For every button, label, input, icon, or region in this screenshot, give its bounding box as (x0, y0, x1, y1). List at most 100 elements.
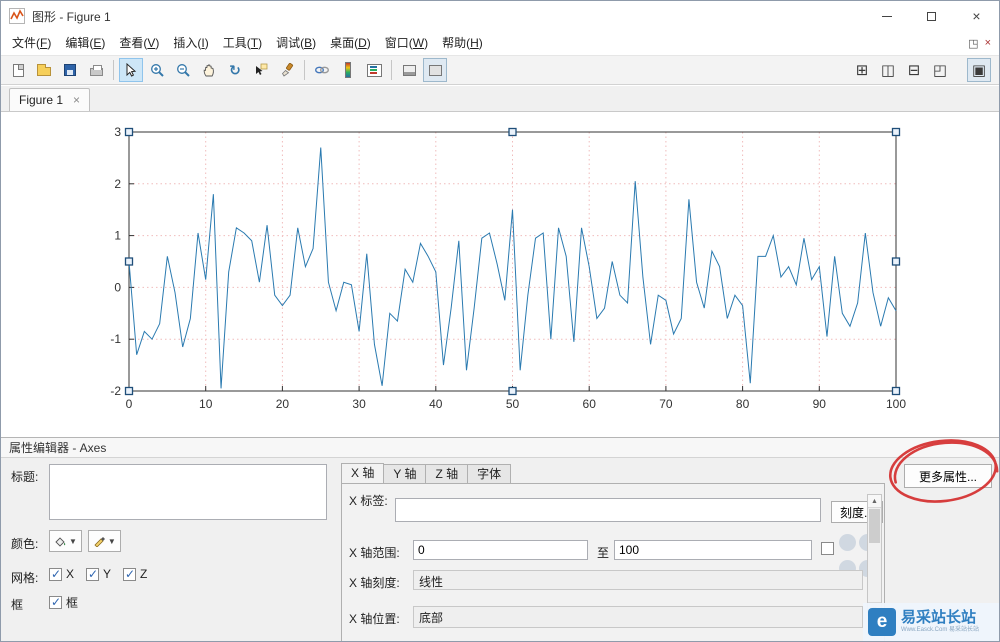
toolbar-separator (391, 60, 392, 80)
insert-colorbar-button[interactable] (336, 58, 360, 82)
scrollbar-thumb[interactable] (869, 509, 880, 543)
undock-icon[interactable]: ◳ (968, 37, 978, 50)
x-position-label: X 轴位置: (349, 612, 400, 626)
tile-vertical-button[interactable]: ◫ (876, 58, 900, 82)
svg-text:1: 1 (114, 229, 121, 243)
tile-all-icon: ⊞ (855, 61, 869, 79)
watermark-logo-icon: e (868, 608, 896, 636)
legend-icon (366, 63, 382, 77)
brush-data-button[interactable] (275, 58, 299, 82)
cursor-arrow-icon (126, 63, 137, 77)
new-figure-button[interactable] (6, 58, 30, 82)
menu-B[interactable]: 调试(B) (269, 31, 323, 55)
scroll-up-icon[interactable]: ▲ (868, 495, 881, 508)
box-checkbox[interactable] (49, 595, 62, 609)
panel-scrollbar[interactable]: ▲ ▼ (867, 494, 882, 616)
menu-V[interactable]: 查看(V) (112, 31, 166, 55)
property-editor-title: 属性编辑器 - Axes (1, 438, 999, 458)
menu-W[interactable]: 窗口(W) (378, 31, 435, 55)
figure-canvas[interactable]: 0 10 20 30 40 50 60 70 80 90 100 -2 -1 0 1 2 3 (1, 112, 1000, 437)
x-label-label: X 标签: (349, 494, 388, 508)
zoom-out-button[interactable] (171, 58, 195, 82)
x-range-min-input[interactable] (413, 540, 588, 560)
tab-z-axis[interactable]: Z 轴 (426, 464, 469, 484)
menu-F[interactable]: 文件(F) (5, 31, 58, 55)
grid-x-checkbox[interactable] (49, 567, 62, 581)
tab-close-icon[interactable]: × (73, 94, 80, 106)
zoom-in-button[interactable] (145, 58, 169, 82)
print-button[interactable] (84, 58, 108, 82)
new-document-icon (12, 63, 24, 77)
menu-E[interactable]: 编辑(E) (58, 31, 112, 55)
tab-x-axis[interactable]: X 轴 (341, 463, 385, 484)
data-cursor-button[interactable] (249, 58, 273, 82)
svg-text:70: 70 (659, 397, 673, 411)
save-button[interactable] (58, 58, 82, 82)
zoom-in-icon (150, 63, 164, 77)
tile-all-button[interactable]: ⊞ (850, 58, 874, 82)
menu-T[interactable]: 工具(T) (216, 31, 269, 55)
tile-horizontal-button[interactable]: ⊟ (902, 58, 926, 82)
menu-D[interactable]: 桌面(D) (323, 31, 378, 55)
menu-I[interactable]: 插入(I) (166, 31, 215, 55)
x-position-dropdown[interactable]: 底部 (413, 606, 863, 628)
x-scale-dropdown[interactable]: 线性 (413, 570, 863, 590)
insert-legend-button[interactable] (362, 58, 386, 82)
open-file-button[interactable] (32, 58, 56, 82)
rotate-3d-button[interactable]: ↻ (223, 58, 247, 82)
svg-text:3: 3 (114, 125, 121, 139)
svg-text:-2: -2 (110, 384, 121, 398)
pen-icon (94, 537, 105, 547)
tab-label: Figure 1 (19, 93, 64, 107)
hide-plot-tools-icon (402, 64, 416, 76)
x-range-max-input[interactable] (614, 540, 812, 560)
edit-plot-button[interactable] (119, 58, 143, 82)
fill-color-button[interactable]: ▼ (49, 530, 82, 552)
float-window-button[interactable]: ◰ (928, 58, 952, 82)
chevron-down-icon: ▼ (107, 536, 116, 546)
grid-y-label: Y (103, 567, 112, 581)
x-label-input[interactable] (395, 498, 821, 522)
tile-vertical-icon: ◫ (880, 61, 896, 79)
data-cursor-icon (256, 63, 268, 75)
auto-range-checkbox[interactable] (821, 542, 834, 555)
tab-font[interactable]: 字体 (468, 464, 512, 484)
window-title: 图形 - Figure 1 (32, 9, 111, 24)
watermark-site-name: 易采站长站 (901, 609, 977, 627)
hide-plot-tools-button[interactable] (397, 58, 421, 82)
edge-color-button[interactable]: ▼ (87, 530, 121, 552)
show-plot-tools-button[interactable] (423, 58, 447, 82)
minimize-icon (881, 15, 892, 17)
maximize-button[interactable] (909, 1, 954, 31)
toolbar-separator (304, 60, 305, 80)
svg-text:40: 40 (429, 397, 443, 411)
link-plots-button[interactable] (310, 58, 334, 82)
axis-tabs: X 轴 Y 轴 Z 轴 字体 (341, 463, 512, 484)
grid-label: 网格: (11, 571, 39, 585)
grid-y-checkbox[interactable] (86, 567, 100, 581)
box-label: 框 (11, 598, 24, 612)
tab-figure-1[interactable]: Figure 1 × (9, 88, 91, 111)
x-scale-label: X 轴刻度: (349, 576, 400, 590)
menu-bar: 文件(F) 编辑(E) 查看(V) 插入(I) 工具(T) 调试(B) 桌面(D) 窗口(W)… (1, 31, 999, 55)
x-range-label: X 轴范围: (349, 546, 400, 560)
axes-title-input[interactable] (49, 464, 327, 520)
svg-text:0: 0 (114, 280, 121, 294)
tile-horizontal-icon: ⊟ (907, 61, 921, 79)
maximize-pane-button[interactable]: ▣ (967, 58, 991, 82)
menubar-close-icon[interactable]: × (985, 37, 991, 49)
grid-z-checkbox[interactable] (123, 567, 137, 581)
grid-x-label: X (66, 567, 75, 581)
minimize-button[interactable] (864, 1, 909, 31)
watermark-subtext: Www.Easck.Com 易采站长站 (901, 626, 980, 633)
float-window-icon: ◰ (932, 61, 948, 79)
tab-y-axis[interactable]: Y 轴 (384, 464, 427, 484)
axes-plot[interactable]: 0 10 20 30 40 50 60 70 80 90 100 -2 -1 0 1 2 3 (1, 112, 1000, 437)
title-label: 标题: (11, 470, 39, 484)
pan-button[interactable] (197, 58, 221, 82)
close-button[interactable]: × (954, 1, 999, 31)
more-properties-button[interactable]: 更多属性... (904, 464, 992, 488)
menu-H[interactable]: 帮助(H) (435, 31, 490, 55)
svg-text:100: 100 (886, 397, 906, 411)
open-folder-icon (37, 64, 51, 76)
